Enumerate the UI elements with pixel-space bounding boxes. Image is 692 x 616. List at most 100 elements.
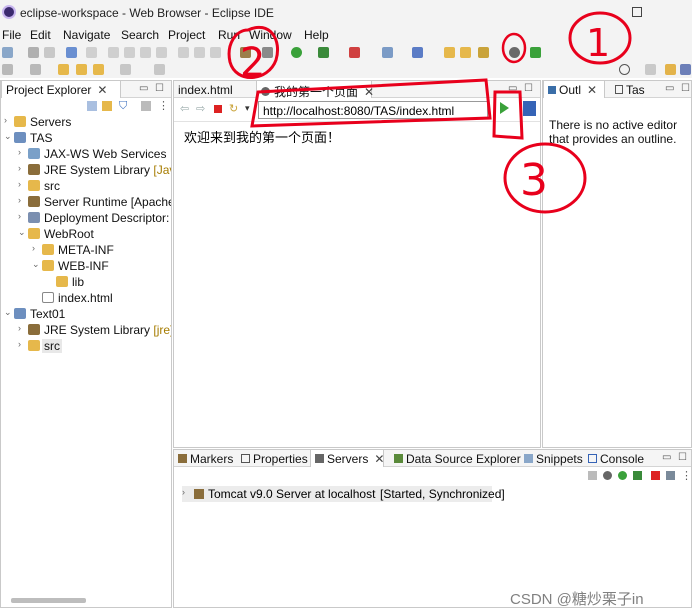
tree-item-src[interactable]: › src <box>1 178 171 194</box>
open-task-icon[interactable] <box>460 47 471 58</box>
tab-properties[interactable]: Properties <box>237 450 309 467</box>
step-return-icon[interactable] <box>210 47 221 58</box>
url-input[interactable]: http://localhost:8080/TAS/index.html <box>258 101 488 119</box>
horizontal-scrollbar[interactable] <box>11 598 86 603</box>
step-over-icon[interactable] <box>194 47 205 58</box>
publish-icon[interactable] <box>666 471 675 480</box>
more-icon[interactable]: ⋮ <box>681 469 692 482</box>
open-type-icon[interactable] <box>444 47 455 58</box>
chevron-down-icon[interactable]: ⌄ <box>18 227 26 238</box>
tree-item-lib[interactable]: lib <box>1 274 171 290</box>
maximize-icon[interactable]: ☐ <box>681 83 690 94</box>
chevron-right-icon[interactable]: › <box>4 115 7 125</box>
open-external-icon[interactable] <box>523 101 536 116</box>
tab-project-explorer[interactable]: Project Explorer ✕ <box>1 81 121 98</box>
menu-navigate[interactable]: Navigate <box>63 28 110 42</box>
new-icon[interactable] <box>2 47 13 58</box>
minimize-icon[interactable]: ▭ <box>662 452 671 463</box>
tree-item-server-runtime[interactable]: › Server Runtime [Apache <box>1 194 171 210</box>
chevron-right-icon[interactable]: › <box>32 243 35 253</box>
tab-servers[interactable]: Servers ✕ <box>310 450 384 467</box>
tree-item-meta-inf[interactable]: › META-INF <box>1 242 171 258</box>
chevron-right-icon[interactable]: › <box>182 487 185 497</box>
server-icon[interactable] <box>240 47 251 58</box>
tree-item-webroot[interactable]: ⌄ WebRoot <box>1 226 171 242</box>
tree-item-index-html[interactable]: index.html <box>1 290 171 306</box>
launch-icon[interactable] <box>530 47 541 58</box>
stop-icon[interactable] <box>214 105 222 113</box>
open-web-browser-icon[interactable] <box>509 47 520 58</box>
tree-item-text01[interactable]: ⌄ Text01 <box>1 306 171 322</box>
save-icon[interactable] <box>28 47 39 58</box>
external-tools-icon[interactable] <box>349 47 360 58</box>
close-icon[interactable]: ✕ <box>364 85 374 99</box>
filter-icon[interactable]: ⛉ <box>119 100 127 113</box>
more-icon[interactable]: ⋮ <box>158 99 169 112</box>
forward-icon[interactable] <box>120 64 131 75</box>
forward-arrow-icon[interactable]: ⇨ <box>196 102 205 115</box>
chevron-right-icon[interactable]: › <box>18 339 21 349</box>
menu-run[interactable]: Run <box>218 28 240 42</box>
view-menu-icon[interactable] <box>141 101 151 111</box>
minimize-icon[interactable]: ▭ <box>665 83 674 94</box>
terminal-icon[interactable] <box>66 47 77 58</box>
chevron-right-icon[interactable]: › <box>18 179 21 189</box>
pin-editor-icon[interactable] <box>76 64 87 75</box>
tree-item-src-2[interactable]: › src <box>1 338 171 354</box>
tab-outline[interactable]: Outl ✕ <box>543 81 605 98</box>
tree-item-jax-ws[interactable]: › JAX-WS Web Services <box>1 146 171 162</box>
chevron-down-icon[interactable]: ⌄ <box>4 131 12 142</box>
tree-item-jre-library-2[interactable]: › JRE System Library [jre] <box>1 322 171 338</box>
menu-search[interactable]: Search <box>121 28 159 42</box>
disconnect-icon[interactable] <box>156 47 167 58</box>
maximize-icon[interactable]: ☐ <box>678 452 687 463</box>
close-icon[interactable]: ✕ <box>374 452 384 466</box>
close-icon[interactable]: ✕ <box>587 83 597 97</box>
tab-web-browser[interactable]: 我的第一个页面 ✕ <box>256 81 374 99</box>
tree-item-servers[interactable]: › Servers <box>1 114 171 130</box>
new-java-project-icon[interactable] <box>382 47 393 58</box>
chevron-right-icon[interactable]: › <box>18 147 21 157</box>
chevron-right-icon[interactable]: › <box>18 195 21 205</box>
menu-file[interactable]: File <box>2 28 21 42</box>
step-into-icon[interactable] <box>178 47 189 58</box>
tab-data-source-explorer[interactable]: Data Source Explorer <box>390 450 521 467</box>
close-icon[interactable]: ✕ <box>97 83 107 97</box>
save-all-icon[interactable] <box>44 47 55 58</box>
profile-server-icon[interactable] <box>633 471 642 480</box>
refresh-icon[interactable]: ↻ <box>229 102 238 115</box>
debug-icon[interactable] <box>262 47 273 58</box>
tab-snippets[interactable]: Snippets <box>520 450 583 467</box>
debug-perspective-icon[interactable] <box>680 64 691 75</box>
collapse-icon[interactable] <box>588 471 597 480</box>
tab-markers[interactable]: Markers <box>174 450 236 467</box>
chevron-right-icon[interactable]: › <box>18 323 21 333</box>
menu-project[interactable]: Project <box>168 28 205 42</box>
chevron-right-icon[interactable]: › <box>18 163 21 173</box>
skip-breakpoints-icon[interactable] <box>86 47 97 58</box>
open-perspective-icon[interactable] <box>645 64 656 75</box>
server-row[interactable]: › Tomcat v9.0 Server at localhost [Start… <box>182 486 505 502</box>
run-icon[interactable] <box>291 47 302 58</box>
link-with-editor-icon[interactable] <box>102 101 112 111</box>
suspend-icon[interactable] <box>124 47 135 58</box>
maximize-icon[interactable]: ☐ <box>155 83 164 94</box>
annotation-prev-icon[interactable] <box>30 64 41 75</box>
start-server-icon[interactable] <box>618 471 627 480</box>
back-icon[interactable] <box>93 64 104 75</box>
collapse-all-icon[interactable] <box>87 101 97 111</box>
chevron-down-icon[interactable]: ⌄ <box>4 307 12 318</box>
chevron-down-icon[interactable]: ⌄ <box>32 259 40 270</box>
menu-edit[interactable]: Edit <box>30 28 51 42</box>
menu-window[interactable]: Window <box>249 28 292 42</box>
chevron-right-icon[interactable]: › <box>18 211 21 221</box>
minimize-icon[interactable]: ▭ <box>139 83 148 94</box>
maximize-button[interactable] <box>632 7 642 17</box>
tree-item-tas[interactable]: ⌄ TAS <box>1 130 171 146</box>
tab-task-list[interactable]: Tas <box>611 81 657 98</box>
debug-server-icon[interactable] <box>603 471 612 480</box>
back-arrow-icon[interactable]: ⇦ <box>180 102 189 115</box>
minimize-icon[interactable]: ▭ <box>508 83 517 94</box>
search-tool-icon[interactable] <box>478 47 489 58</box>
tab-console[interactable]: Console <box>584 450 644 467</box>
